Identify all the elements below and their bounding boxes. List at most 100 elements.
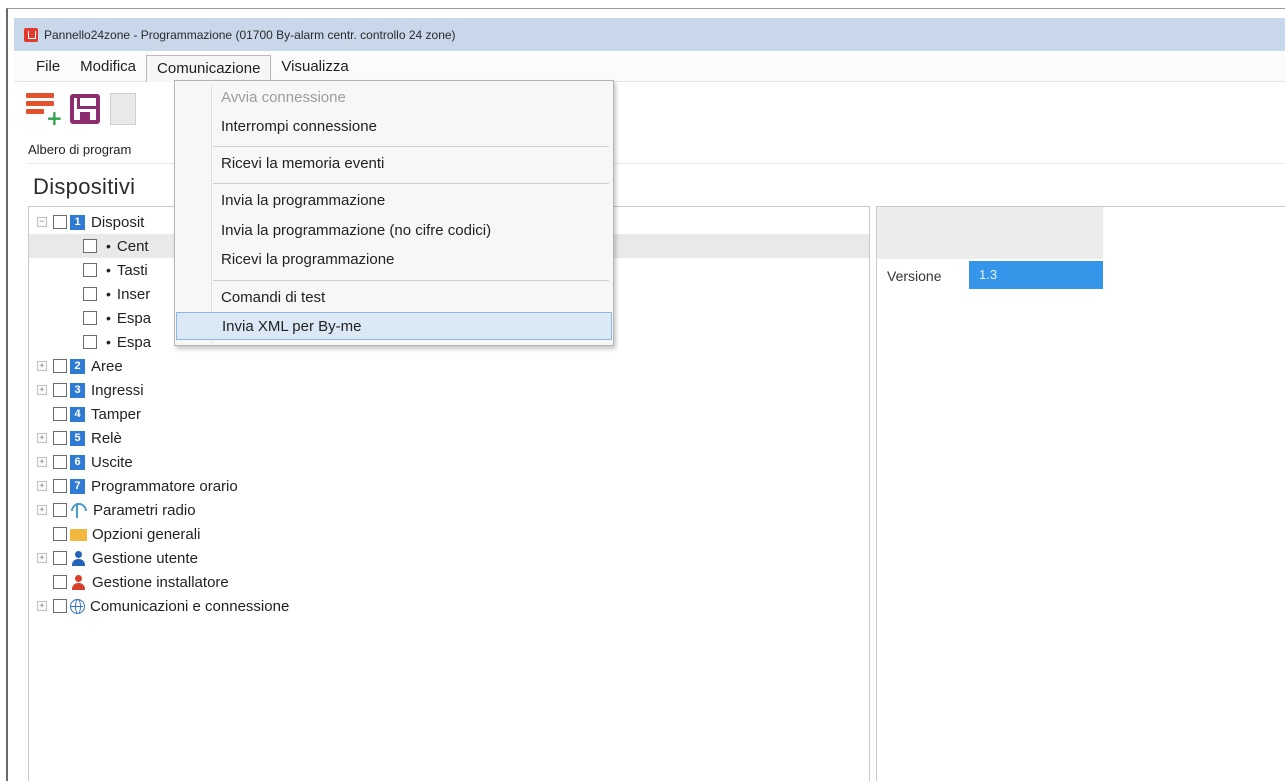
menu-comunicazione[interactable]: Comunicazione	[146, 55, 272, 82]
node-number-badge: 3	[70, 382, 85, 398]
tree-checkbox[interactable]	[53, 527, 67, 541]
installer-icon	[70, 574, 87, 590]
document-icon[interactable]	[110, 92, 136, 125]
tree-child-row[interactable]: • Tasti	[83, 258, 148, 282]
tree-node-dispositivi[interactable]: − 1 Disposit	[37, 210, 144, 234]
tree-child-label: Cent	[116, 237, 149, 255]
app-icon	[24, 27, 38, 42]
expand-icon[interactable]: +	[37, 361, 47, 371]
tree-checkbox[interactable]	[53, 383, 67, 397]
tree-node-label: Gestione utente	[92, 549, 198, 567]
tree-tab-text: Albero di program	[28, 142, 132, 157]
tree-checkbox[interactable]	[53, 455, 67, 469]
tree-checkbox[interactable]	[83, 287, 97, 301]
tree-node-label: Ingressi	[91, 381, 144, 399]
properties-header	[877, 207, 1103, 259]
tree-node-label: Aree	[91, 357, 123, 375]
tree-node-label: Tamper	[91, 405, 142, 423]
menu-item-ricevi-memoria-eventi[interactable]: Ricevi la memoria eventi	[175, 150, 613, 178]
node-number-badge: 5	[70, 430, 85, 446]
antenna-icon	[71, 502, 88, 518]
tree-checkbox[interactable]	[53, 551, 67, 565]
version-value[interactable]: 1.3	[969, 261, 1103, 289]
tree-checkbox[interactable]	[53, 431, 67, 445]
expand-icon[interactable]: +	[37, 553, 47, 563]
tree-node-label: Opzioni generali	[92, 525, 201, 543]
menu-item-invia-xml-byme[interactable]: Invia XML per By-me	[176, 312, 612, 340]
expand-icon[interactable]: +	[37, 433, 47, 443]
expand-icon[interactable]: +	[37, 505, 47, 515]
tree-node-aree[interactable]: + 2 Aree	[37, 354, 123, 378]
tree-node-label: Disposit	[91, 213, 145, 231]
folder-icon	[70, 529, 87, 541]
node-number-badge: 1	[70, 214, 85, 230]
menu-item-avvia-connessione[interactable]: Avvia connessione	[175, 84, 613, 112]
tree-checkbox[interactable]	[83, 263, 97, 277]
tree-child-row[interactable]: • Inser	[83, 282, 150, 306]
tree-node-ingressi[interactable]: + 3 Ingressi	[37, 378, 144, 402]
tree-child-row[interactable]: • Espa	[83, 330, 151, 354]
tree-child-label: Espa	[116, 333, 152, 351]
tree-checkbox[interactable]	[83, 335, 97, 349]
menu-item-interrompi-connessione[interactable]: Interrompi connessione	[175, 113, 613, 141]
tree-node-opzioni-generali[interactable]: Opzioni generali	[37, 522, 200, 546]
menu-file[interactable]: File	[26, 54, 70, 79]
section-title: Dispositivi	[33, 174, 136, 199]
properties-panel: Versione 1.3	[876, 206, 1285, 781]
menu-item-invia-programmazione-no-cifre[interactable]: Invia la programmazione (no cifre codici…	[175, 217, 613, 245]
globe-icon	[70, 598, 85, 614]
tree-checkbox[interactable]	[53, 479, 67, 493]
expand-icon[interactable]: +	[37, 385, 47, 395]
tree-child-label: Tasti	[116, 261, 148, 279]
save-icon[interactable]	[70, 93, 100, 124]
tree-node-programmatore-orario[interactable]: + 7 Programmatore orario	[37, 474, 238, 498]
menu-item-comandi-test[interactable]: Comandi di test	[175, 284, 613, 312]
tree-checkbox[interactable]	[83, 311, 97, 325]
tree-node-uscite[interactable]: + 6 Uscite	[37, 450, 133, 474]
title-bar: Pannello24zone - Programmazione (01700 B…	[14, 18, 1285, 51]
menu-modifica[interactable]: Modifica	[70, 54, 146, 79]
collapse-icon[interactable]: −	[37, 217, 47, 227]
tree-checkbox[interactable]	[53, 359, 67, 373]
node-number-badge: 6	[70, 454, 85, 470]
node-number-badge: 7	[70, 478, 85, 494]
tree-node-label: Programmatore orario	[91, 477, 238, 495]
tree-node-parametri-radio[interactable]: + Parametri radio	[37, 498, 196, 522]
tree-checkbox[interactable]	[53, 599, 67, 613]
menu-separator	[213, 183, 609, 184]
node-number-badge: 4	[70, 406, 85, 422]
tree-checkbox[interactable]	[83, 239, 97, 253]
tree-node-rele[interactable]: + 5 Relè	[37, 426, 122, 450]
menu-separator	[213, 280, 609, 281]
menu-separator	[213, 146, 609, 147]
menu-bar: File Modifica Comunicazione Visualizza	[14, 52, 1285, 82]
tree-node-label: Uscite	[91, 453, 133, 471]
tree-node-label: Relè	[91, 429, 122, 447]
tree-node-gestione-utente[interactable]: + Gestione utente	[37, 546, 198, 570]
tree-node-gestione-installatore[interactable]: Gestione installatore	[37, 570, 229, 594]
comunicazione-menu: Avvia connessione Interrompi connessione…	[174, 80, 614, 346]
expand-icon[interactable]: +	[37, 457, 47, 467]
tree-node-label: Comunicazioni e connessione	[90, 597, 290, 615]
menu-item-invia-programmazione[interactable]: Invia la programmazione	[175, 187, 613, 215]
new-program-icon[interactable]: +	[24, 89, 63, 128]
node-number-badge: 2	[70, 358, 85, 374]
menu-visualizza[interactable]: Visualizza	[271, 54, 358, 79]
tree-checkbox[interactable]	[53, 215, 67, 229]
tree-checkbox[interactable]	[53, 407, 67, 421]
expand-icon[interactable]: +	[37, 601, 47, 611]
user-icon	[70, 550, 87, 566]
tree-node-label: Parametri radio	[93, 501, 196, 519]
tree-checkbox[interactable]	[53, 575, 67, 589]
expand-icon[interactable]: +	[37, 481, 47, 491]
tree-node-tamper[interactable]: 4 Tamper	[37, 402, 141, 426]
window-title: Pannello24zone - Programmazione (01700 B…	[44, 27, 456, 42]
version-label: Versione	[887, 268, 942, 284]
tree-child-label: Espa	[116, 309, 152, 327]
menu-item-ricevi-programmazione[interactable]: Ricevi la programmazione	[175, 246, 613, 274]
tree-child-label: Inser	[116, 285, 151, 303]
tree-child-row[interactable]: • Espa	[83, 306, 151, 330]
tree-node-label: Gestione installatore	[92, 573, 229, 591]
tree-checkbox[interactable]	[53, 503, 67, 517]
tree-node-comunicazioni[interactable]: + Comunicazioni e connessione	[37, 594, 289, 618]
